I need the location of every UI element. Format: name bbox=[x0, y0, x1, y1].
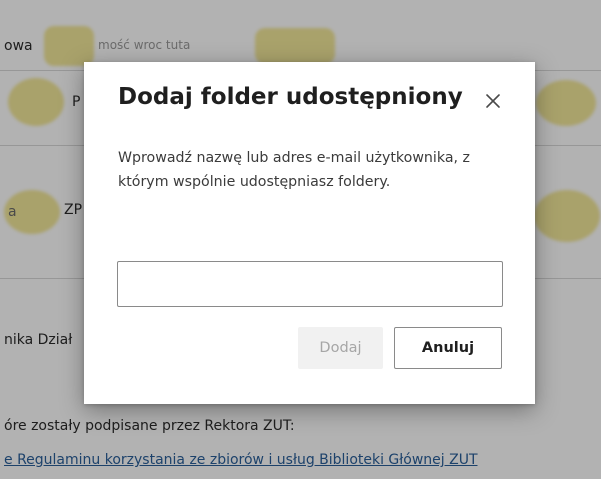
close-button[interactable] bbox=[480, 88, 506, 114]
add-shared-folder-dialog: Dodaj folder udostępniony Wprowadź nazwę… bbox=[84, 62, 535, 404]
dialog-title: Dodaj folder udostępniony bbox=[118, 84, 463, 110]
user-name-or-email-input[interactable] bbox=[117, 261, 503, 307]
cancel-button[interactable]: Anuluj bbox=[394, 327, 502, 369]
dialog-description: Wprowadź nazwę lub adres e-mail użytkown… bbox=[118, 150, 470, 190]
add-button[interactable]: Dodaj bbox=[298, 327, 383, 369]
close-icon bbox=[486, 94, 500, 108]
